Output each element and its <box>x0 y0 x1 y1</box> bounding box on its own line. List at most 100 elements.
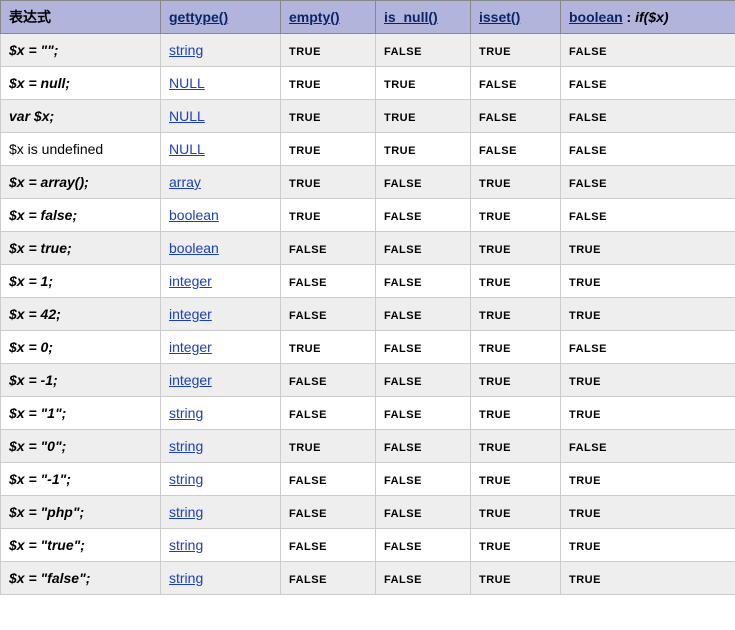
bool-value: TRUE <box>569 508 601 520</box>
empty-value: FALSE <box>289 310 327 322</box>
table-row: $x = "true";stringFALSEFALSETRUETRUE <box>1 529 735 562</box>
cell-gettype: NULL <box>161 133 281 166</box>
bool-value: TRUE <box>569 376 601 388</box>
cell-isset: TRUE <box>471 331 561 364</box>
gettype-link[interactable]: integer <box>169 339 212 355</box>
gettype-link[interactable]: integer <box>169 372 212 388</box>
expression-text: $x = ""; <box>9 42 58 58</box>
cell-gettype: integer <box>161 364 281 397</box>
is_null-value: FALSE <box>384 211 422 223</box>
gettype-link[interactable]: integer <box>169 273 212 289</box>
cell-expression: $x is undefined <box>1 133 161 166</box>
cell-expression: $x = false; <box>1 199 161 232</box>
header-boolean-if: if($x) <box>635 9 668 25</box>
gettype-link[interactable]: NULL <box>169 75 205 91</box>
cell-is_null: TRUE <box>376 100 471 133</box>
empty-value: TRUE <box>289 112 321 124</box>
header-expression-label: 表达式 <box>9 9 51 25</box>
cell-gettype: string <box>161 496 281 529</box>
expression-text: $x = "1"; <box>9 405 66 421</box>
cell-expression: $x = "true"; <box>1 529 161 562</box>
cell-gettype: string <box>161 562 281 595</box>
gettype-link[interactable]: integer <box>169 306 212 322</box>
bool-value: TRUE <box>569 475 601 487</box>
is_null-value: TRUE <box>384 145 416 157</box>
is_null-value: FALSE <box>384 178 422 190</box>
isset-value: TRUE <box>479 343 511 355</box>
cell-isset: FALSE <box>471 133 561 166</box>
expression-text: $x = -1; <box>9 372 58 388</box>
header-empty-link[interactable]: empty() <box>289 9 340 25</box>
gettype-link[interactable]: NULL <box>169 141 205 157</box>
header-gettype-link[interactable]: gettype() <box>169 9 228 25</box>
expression-text: $x = "true"; <box>9 537 85 553</box>
gettype-link[interactable]: boolean <box>169 240 219 256</box>
cell-bool: FALSE <box>561 199 735 232</box>
cell-is_null: FALSE <box>376 199 471 232</box>
cell-is_null: FALSE <box>376 232 471 265</box>
gettype-link[interactable]: boolean <box>169 207 219 223</box>
gettype-link[interactable]: string <box>169 471 203 487</box>
cell-isset: TRUE <box>471 199 561 232</box>
gettype-link[interactable]: string <box>169 504 203 520</box>
col-isset: isset() <box>471 1 561 34</box>
cell-isset: TRUE <box>471 529 561 562</box>
cell-expression: $x = 0; <box>1 331 161 364</box>
cell-gettype: string <box>161 397 281 430</box>
gettype-link[interactable]: string <box>169 405 203 421</box>
empty-value: FALSE <box>289 508 327 520</box>
isset-value: TRUE <box>479 277 511 289</box>
header-boolean-link[interactable]: boolean <box>569 9 623 25</box>
cell-empty: TRUE <box>281 331 376 364</box>
cell-isset: TRUE <box>471 397 561 430</box>
cell-is_null: FALSE <box>376 496 471 529</box>
gettype-link[interactable]: string <box>169 438 203 454</box>
bool-value: FALSE <box>569 46 607 58</box>
empty-value: FALSE <box>289 277 327 289</box>
is_null-value: FALSE <box>384 475 422 487</box>
cell-expression: $x = ""; <box>1 34 161 67</box>
gettype-link[interactable]: string <box>169 570 203 586</box>
empty-value: FALSE <box>289 244 327 256</box>
table-row: $x = "1";stringFALSEFALSETRUETRUE <box>1 397 735 430</box>
cell-expression: var $x; <box>1 100 161 133</box>
cell-empty: FALSE <box>281 298 376 331</box>
cell-is_null: FALSE <box>376 166 471 199</box>
cell-gettype: array <box>161 166 281 199</box>
gettype-link[interactable]: array <box>169 174 201 190</box>
empty-value: TRUE <box>289 79 321 91</box>
cell-isset: TRUE <box>471 298 561 331</box>
expression-text: $x = 42; <box>9 306 61 322</box>
isset-value: TRUE <box>479 475 511 487</box>
table-row: $x = true;booleanFALSEFALSETRUETRUE <box>1 232 735 265</box>
expression-text: $x = "false"; <box>9 570 90 586</box>
gettype-link[interactable]: string <box>169 42 203 58</box>
isset-value: FALSE <box>479 145 517 157</box>
cell-is_null: FALSE <box>376 364 471 397</box>
table-row: $x = "0";stringTRUEFALSETRUEFALSE <box>1 430 735 463</box>
cell-bool: TRUE <box>561 298 735 331</box>
isset-value: TRUE <box>479 46 511 58</box>
empty-value: FALSE <box>289 541 327 553</box>
gettype-link[interactable]: NULL <box>169 108 205 124</box>
header-isset-link[interactable]: isset() <box>479 9 520 25</box>
expression-text: $x is undefined <box>9 141 103 157</box>
cell-empty: FALSE <box>281 232 376 265</box>
col-isnull: is_null() <box>376 1 471 34</box>
header-isnull-link[interactable]: is_null() <box>384 9 438 25</box>
is_null-value: FALSE <box>384 244 422 256</box>
cell-gettype: integer <box>161 331 281 364</box>
expression-text: $x = array(); <box>9 174 89 190</box>
empty-value: FALSE <box>289 376 327 388</box>
bool-value: TRUE <box>569 244 601 256</box>
table-header-row: 表达式 gettype() empty() is_null() isset() … <box>1 1 735 34</box>
cell-bool: FALSE <box>561 430 735 463</box>
cell-bool: TRUE <box>561 265 735 298</box>
cell-expression: $x = 1; <box>1 265 161 298</box>
empty-value: TRUE <box>289 178 321 190</box>
gettype-link[interactable]: string <box>169 537 203 553</box>
is_null-value: FALSE <box>384 376 422 388</box>
isset-value: TRUE <box>479 574 511 586</box>
cell-bool: TRUE <box>561 232 735 265</box>
isset-value: TRUE <box>479 409 511 421</box>
